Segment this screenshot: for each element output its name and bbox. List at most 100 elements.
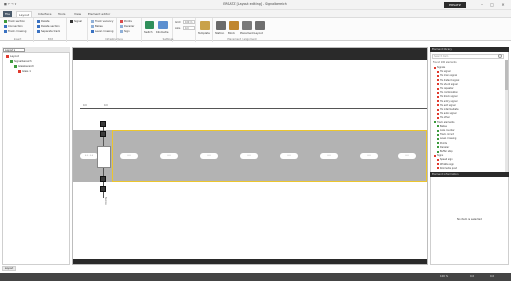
element-list-label: HL repeater xyxy=(440,87,454,90)
element-list-item[interactable]: HL exit signal xyxy=(437,104,456,107)
track-vacancy-button[interactable]: Track vacancy xyxy=(91,20,113,23)
track-label-pill[interactable]: 0.0 xyxy=(240,153,258,159)
tree-item-layout[interactable]: Layout xyxy=(6,55,19,58)
layout-icon[interactable] xyxy=(255,21,265,30)
tree-item-gleis-1[interactable]: Gleis 1 xyxy=(18,70,31,73)
element-list-item[interactable]: HL main signal xyxy=(437,74,457,77)
delete-section-button[interactable]: Delete section xyxy=(37,25,60,28)
station-icon[interactable] xyxy=(216,21,226,30)
points-button[interactable]: Points xyxy=(120,20,132,23)
signal-head-upper[interactable] xyxy=(100,131,106,137)
element-list-item[interactable]: Track elements xyxy=(434,121,454,124)
maximize-button[interactable]: □ xyxy=(488,1,496,8)
sign-button[interactable]: Sign xyxy=(120,30,130,33)
element-list-label: Track circuit xyxy=(440,133,454,137)
station-block[interactable] xyxy=(97,146,111,168)
track-crossing-button[interactable]: Track crossing xyxy=(4,30,26,33)
track-label-text: 0.0 xyxy=(127,155,131,157)
element-list-item[interactable]: Whistle sign xyxy=(437,163,454,166)
switch-icon[interactable] xyxy=(145,21,154,29)
level-crossing-button[interactable]: Level crossing xyxy=(91,30,113,33)
element-type-icon xyxy=(437,83,439,86)
element-list-label: Derailer xyxy=(440,145,450,149)
track-label-pill[interactable]: 0.0 - 0.0 xyxy=(80,153,98,159)
minimize-button[interactable]: – xyxy=(478,1,486,8)
balise-button[interactable]: Balise xyxy=(91,25,103,28)
level-crossing-icon xyxy=(91,30,94,33)
track-label-pill[interactable]: 0.0 xyxy=(120,153,138,159)
axis-field[interactable]: 0.0 xyxy=(183,26,195,30)
tree-item-signalbereich[interactable]: Signalbereich xyxy=(10,60,32,63)
derailer-button[interactable]: Derailer xyxy=(120,25,134,28)
track-label-text: 0.0 - 0.0 xyxy=(84,155,94,157)
kilometre-icon[interactable] xyxy=(158,21,168,29)
close-button[interactable]: ✕ xyxy=(499,1,507,8)
element-list-item[interactable]: Axle counter xyxy=(437,129,455,132)
tree-item-gleisbereich[interactable]: Gleisbereich xyxy=(14,65,34,68)
ribbon-group-template: Template xyxy=(197,18,213,42)
signal-head-lower[interactable] xyxy=(100,176,106,182)
track-label-pill[interactable]: 0.0 xyxy=(160,153,178,159)
document-tab-layout[interactable]: Layout xyxy=(2,266,16,271)
element-list-item[interactable]: Kilometre post xyxy=(437,167,457,170)
element-list-label: HL other xyxy=(440,116,450,120)
signal-head-bottom[interactable] xyxy=(100,186,106,192)
quick-access-toolbar[interactable]: ■ ↶ ↷ ▾ xyxy=(4,2,16,6)
element-type-icon xyxy=(437,133,439,136)
signal-button[interactable]: Signal xyxy=(70,20,82,23)
track-label-text: 0.0 xyxy=(367,155,371,157)
element-list-label: Signals xyxy=(437,66,446,69)
element-list-item[interactable]: HL auto signal xyxy=(437,112,456,115)
element-list-item[interactable]: HL entry signal xyxy=(437,100,457,103)
element-search-input[interactable]: Search item xyxy=(432,54,504,59)
element-list-item[interactable]: HL intermediate xyxy=(437,108,459,111)
connection-button[interactable]: Connection xyxy=(4,25,23,28)
element-list-item[interactable]: Signals xyxy=(434,66,445,69)
signal-head-top[interactable] xyxy=(100,121,106,127)
element-list-item[interactable]: HL other xyxy=(437,116,450,119)
grid-field[interactable]: 100 m xyxy=(183,20,195,24)
canvas-top-bar xyxy=(73,48,427,60)
element-list-item[interactable]: HL shunt signal xyxy=(437,83,458,86)
element-type-icon xyxy=(437,100,439,103)
track-label-pill[interactable]: 0.0 xyxy=(280,153,298,159)
block-icon[interactable] xyxy=(229,21,239,30)
element-list-item[interactable]: HL block signal xyxy=(437,95,457,98)
element-type-icon xyxy=(437,146,439,149)
ribbon: Track section Connection Track crossing … xyxy=(0,17,511,42)
element-list-item[interactable]: HL combination xyxy=(437,91,458,94)
element-list-item[interactable]: HL signal xyxy=(437,70,451,73)
element-list-item[interactable]: Derailer xyxy=(437,146,449,149)
ribbon-group-signal: Signal xyxy=(68,18,88,42)
track-label-text: 0.0 xyxy=(327,155,331,157)
element-list-item[interactable]: Balise xyxy=(437,125,447,128)
coord-y: 0.0 xyxy=(490,275,495,278)
kilometre-marker: 0.0 xyxy=(83,104,87,107)
search-icon[interactable] xyxy=(498,54,502,58)
element-list-item[interactable]: Buffer stop xyxy=(437,150,453,153)
element-list-item[interactable]: Signs xyxy=(434,154,443,157)
track-label-pill[interactable]: 0.0 xyxy=(360,153,378,159)
separate-track-button[interactable]: Separate track xyxy=(37,30,60,33)
element-list-item[interactable]: HL distant signal xyxy=(437,79,459,82)
element-list-item[interactable]: HL repeater xyxy=(437,87,454,90)
track-label-pill[interactable]: 0.0 xyxy=(320,153,338,159)
track-label-pill[interactable]: 0.0 xyxy=(398,153,416,159)
element-type-icon xyxy=(437,137,439,140)
element-library-header: Element library xyxy=(430,47,509,52)
placement-icon[interactable] xyxy=(242,21,252,30)
element-list-item[interactable]: Level crossing xyxy=(437,137,456,140)
element-list-item[interactable]: Speed sign xyxy=(437,158,453,161)
track-label-text: 0.0 xyxy=(207,155,211,157)
element-type-icon xyxy=(437,74,439,77)
element-list-item[interactable]: Track circuit xyxy=(437,133,454,136)
layout-dropdown[interactable]: Layout ▾ xyxy=(3,48,25,52)
template-icon[interactable] xyxy=(200,21,210,30)
scrollbar-thumb[interactable] xyxy=(505,60,508,90)
template-label: Template xyxy=(198,32,210,35)
switch-label: Switch xyxy=(144,31,153,34)
delete-button[interactable]: Delete xyxy=(37,20,50,23)
track-section-button[interactable]: Track section xyxy=(4,20,25,23)
track-label-pill[interactable]: 0.0 xyxy=(200,153,218,159)
element-list-item[interactable]: Points xyxy=(437,142,447,145)
